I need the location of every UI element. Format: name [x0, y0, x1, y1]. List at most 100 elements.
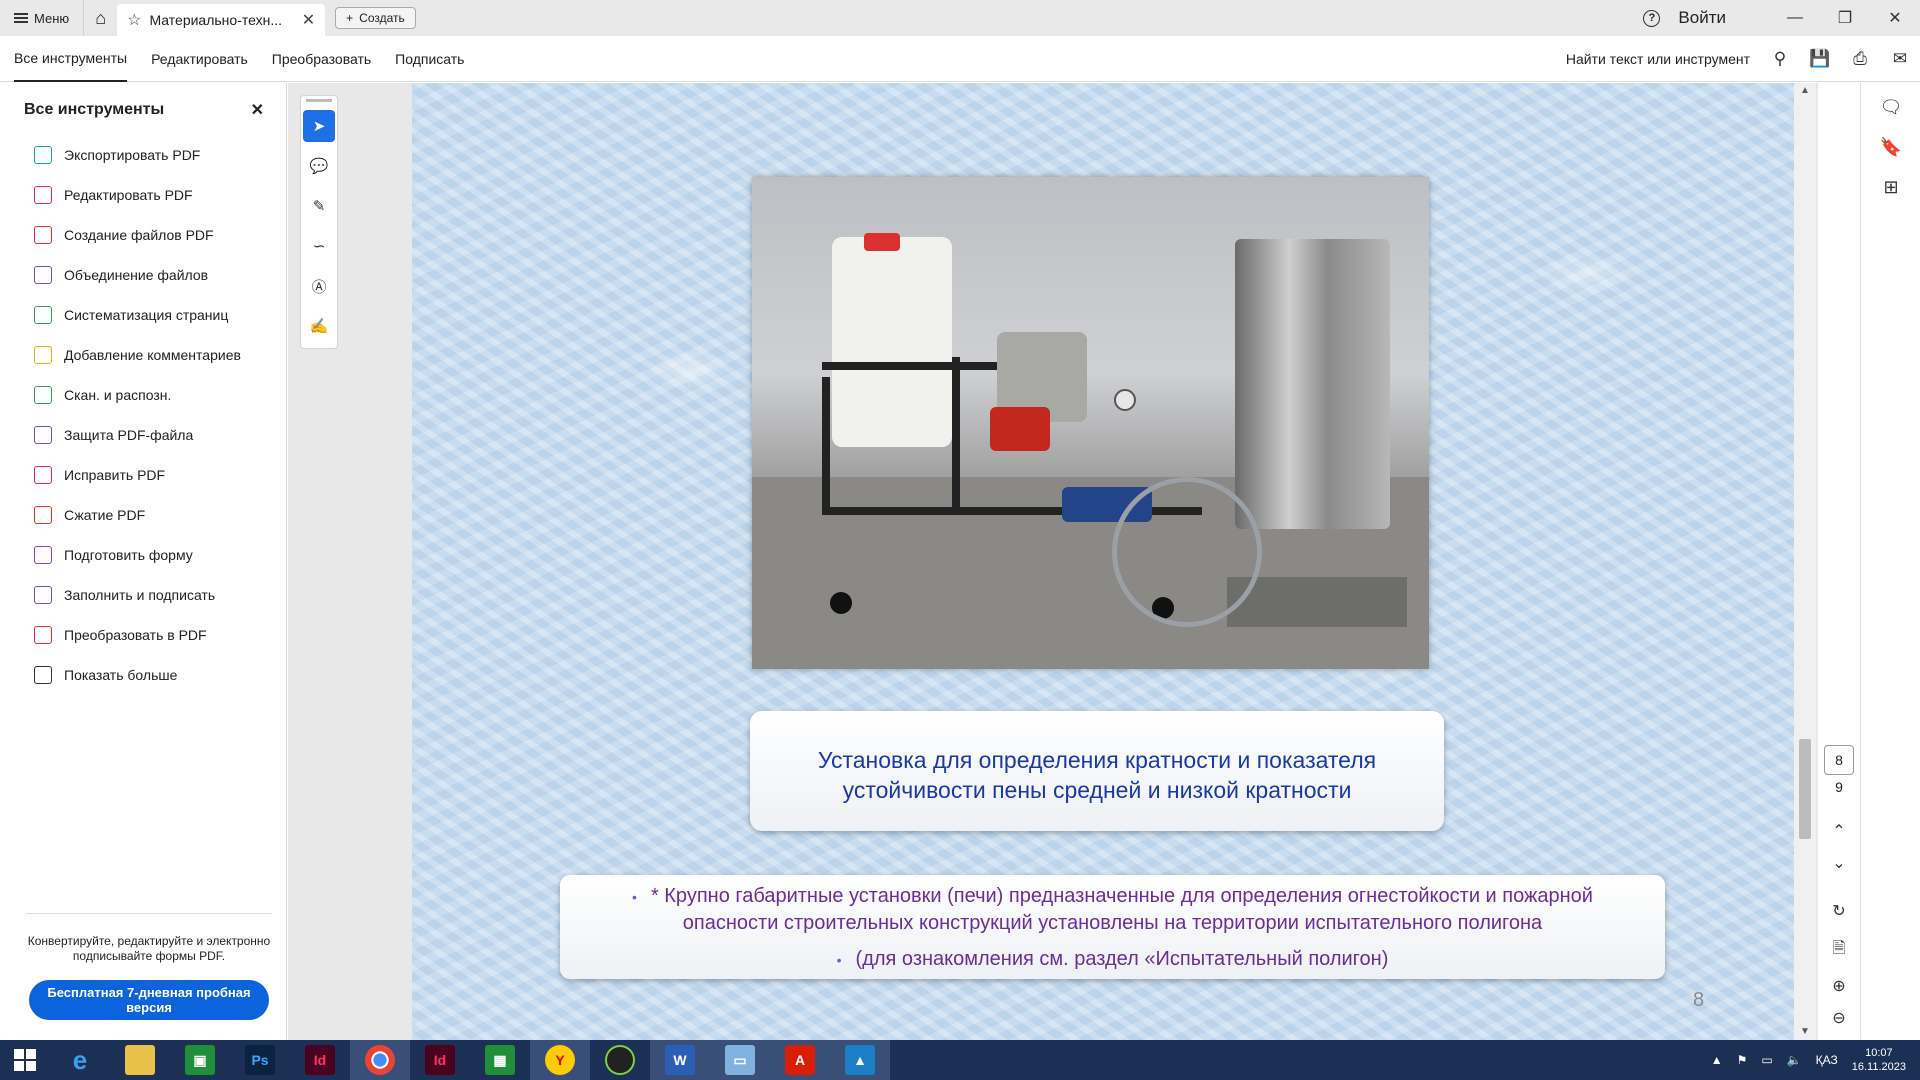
vertical-scrollbar[interactable]: ▲ ▼: [1794, 83, 1816, 1040]
tray-expand-icon[interactable]: ▲: [1711, 1053, 1723, 1067]
print-icon[interactable]: ⎙: [1840, 36, 1880, 82]
yandex-icon: Y: [545, 1045, 575, 1075]
right-rail: 🗨 🔖 ⊞: [1860, 83, 1920, 1040]
comments-icon[interactable]: 🗨: [1861, 87, 1920, 127]
add-comment-icon[interactable]: 💬: [303, 150, 335, 182]
tool-label: Защита PDF-файла: [64, 427, 194, 443]
taskbar-explorer[interactable]: [110, 1040, 170, 1080]
find-tool-label[interactable]: Найти текст или инструмент: [1566, 51, 1750, 67]
page-controls: 8 9 ⌃ ⌄ ↻ 🗎 ⊕ ⊖: [1818, 83, 1860, 1040]
tool-item[interactable]: Преобразовать в PDF: [0, 615, 286, 655]
taskbar-store[interactable]: ▣: [170, 1040, 230, 1080]
main-toolbar: Все инструменты Редактировать Преобразов…: [0, 36, 1920, 82]
signin-button[interactable]: Войти: [1678, 8, 1726, 28]
scrollbar-thumb[interactable]: [1799, 739, 1811, 839]
tool-label: Объединение файлов: [64, 267, 209, 283]
tab-edit[interactable]: Редактировать: [151, 36, 248, 82]
save-icon[interactable]: 💾: [1800, 36, 1840, 82]
restore-icon[interactable]: ❐: [1820, 0, 1870, 36]
network-icon[interactable]: ▭: [1761, 1053, 1772, 1067]
taskbar-word[interactable]: W: [650, 1040, 710, 1080]
start-button[interactable]: [0, 1040, 50, 1080]
promo-section: Конвертируйте, редактируйте и электронно…: [26, 913, 272, 1020]
tab-sign[interactable]: Подписать: [395, 36, 464, 82]
zoom-in-icon[interactable]: ⊕: [1818, 976, 1860, 996]
tab-convert[interactable]: Преобразовать: [272, 36, 371, 82]
home-button[interactable]: ⌂: [83, 0, 117, 36]
star-icon[interactable]: ☆: [127, 10, 141, 30]
create-button[interactable]: + Создать: [335, 7, 416, 29]
drag-handle[interactable]: [306, 99, 332, 102]
text-select-icon[interactable]: Ⓐ: [303, 270, 335, 302]
flag-icon[interactable]: ⚑: [1737, 1053, 1748, 1067]
scroll-up-icon[interactable]: ▲: [1794, 85, 1816, 96]
taskbar-indesign-2[interactable]: Id: [410, 1040, 470, 1080]
rotate-icon[interactable]: ↻: [1818, 901, 1860, 921]
caption-line-1: Установка для определения кратности и по…: [817, 747, 1377, 773]
select-cursor-icon[interactable]: ➤: [303, 110, 335, 142]
taskbar-ie[interactable]: e: [50, 1040, 110, 1080]
taskbar-photoshop[interactable]: Ps: [230, 1040, 290, 1080]
language-indicator[interactable]: ҚАЗ: [1816, 1053, 1838, 1067]
tool-item[interactable]: Исправить PDF: [0, 455, 286, 495]
export-pdf-icon: [34, 146, 52, 164]
taskbar-photos[interactable]: ▲: [830, 1040, 890, 1080]
taskbar-remote[interactable]: ▭: [710, 1040, 770, 1080]
tab-all-tools[interactable]: Все инструменты: [14, 36, 128, 82]
quick-tools-bar: ➤ 💬 ✎ ∽ Ⓐ ✍: [300, 95, 338, 349]
current-page-input[interactable]: 8: [1824, 745, 1854, 775]
taskbar-acrobat[interactable]: A: [770, 1040, 830, 1080]
menu-button[interactable]: Меню: [0, 0, 83, 36]
compress-pdf-icon: [34, 506, 52, 524]
help-icon[interactable]: ?: [1643, 9, 1661, 27]
thumbnails-icon[interactable]: ⊞: [1861, 167, 1920, 207]
taskbar-chrome[interactable]: [350, 1040, 410, 1080]
tool-item[interactable]: Экспортировать PDF: [0, 135, 286, 175]
comment-icon: [34, 346, 52, 364]
zoom-out-icon[interactable]: ⊖: [1818, 1008, 1860, 1028]
pdf-page: Установка для определения кратности и по…: [412, 83, 1794, 1040]
tool-item[interactable]: Систематизация страниц: [0, 295, 286, 335]
taskbar-indesign[interactable]: Id: [290, 1040, 350, 1080]
close-tab-icon[interactable]: ✕: [302, 10, 315, 30]
highlight-pen-icon[interactable]: ✎: [303, 190, 335, 222]
taskbar-app[interactable]: [590, 1040, 650, 1080]
volume-icon[interactable]: 🔈: [1787, 1053, 1802, 1067]
page-fit-icon[interactable]: 🗎: [1818, 937, 1860, 964]
tool-label: Экспортировать PDF: [64, 147, 201, 163]
indesign-icon: Id: [425, 1045, 455, 1075]
close-window-icon[interactable]: ✕: [1870, 0, 1920, 36]
scroll-down-icon[interactable]: ▼: [1794, 1026, 1816, 1037]
tool-label: Редактировать PDF: [64, 187, 193, 203]
photos-icon: ▲: [845, 1045, 875, 1075]
tool-item[interactable]: Добавление комментариев: [0, 335, 286, 375]
draw-lasso-icon[interactable]: ∽: [303, 230, 335, 262]
document-tab[interactable]: ☆ Материально-техн... ✕: [117, 4, 326, 36]
clock[interactable]: 10:07 16.11.2023: [1852, 1046, 1906, 1074]
caption-line-2: устойчивости пены средней и низкой кратн…: [842, 777, 1352, 803]
search-icon[interactable]: ⚲: [1760, 36, 1800, 82]
panel-title: Все инструменты: [24, 101, 165, 118]
sign-icon[interactable]: ✍: [303, 310, 335, 342]
close-panel-icon[interactable]: ✕: [251, 100, 264, 120]
page-up-icon[interactable]: ⌃: [1818, 821, 1860, 841]
taskbar-calculator[interactable]: ▦: [470, 1040, 530, 1080]
free-trial-button[interactable]: Бесплатная 7-дневная пробная версия: [29, 980, 269, 1020]
page-down-icon[interactable]: ⌄: [1818, 853, 1860, 873]
tool-item[interactable]: Показать больше: [0, 655, 286, 695]
tool-item[interactable]: Подготовить форму: [0, 535, 286, 575]
tool-item[interactable]: Заполнить и подписать: [0, 575, 286, 615]
tool-label: Сжатие PDF: [64, 507, 146, 523]
tool-item[interactable]: Скан. и распозн.: [0, 375, 286, 415]
taskbar-yandex[interactable]: Y: [530, 1040, 590, 1080]
tool-item[interactable]: Сжатие PDF: [0, 495, 286, 535]
bookmark-icon[interactable]: 🔖: [1861, 127, 1920, 167]
tool-item[interactable]: Защита PDF-файла: [0, 415, 286, 455]
system-tray: ▲ ⚑ ▭ 🔈 ҚАЗ 10:07 16.11.2023: [1711, 1046, 1920, 1074]
tool-item[interactable]: Объединение файлов: [0, 255, 286, 295]
tool-item[interactable]: Редактировать PDF: [0, 175, 286, 215]
tool-item[interactable]: Создание файлов PDF: [0, 215, 286, 255]
windows-taskbar: e ▣ Ps Id Id ▦ Y W ▭ A ▲ ▲ ⚑ ▭ 🔈 ҚАЗ 10:…: [0, 1040, 1920, 1080]
email-icon[interactable]: ✉: [1880, 36, 1920, 82]
minimize-icon[interactable]: —: [1770, 0, 1820, 36]
